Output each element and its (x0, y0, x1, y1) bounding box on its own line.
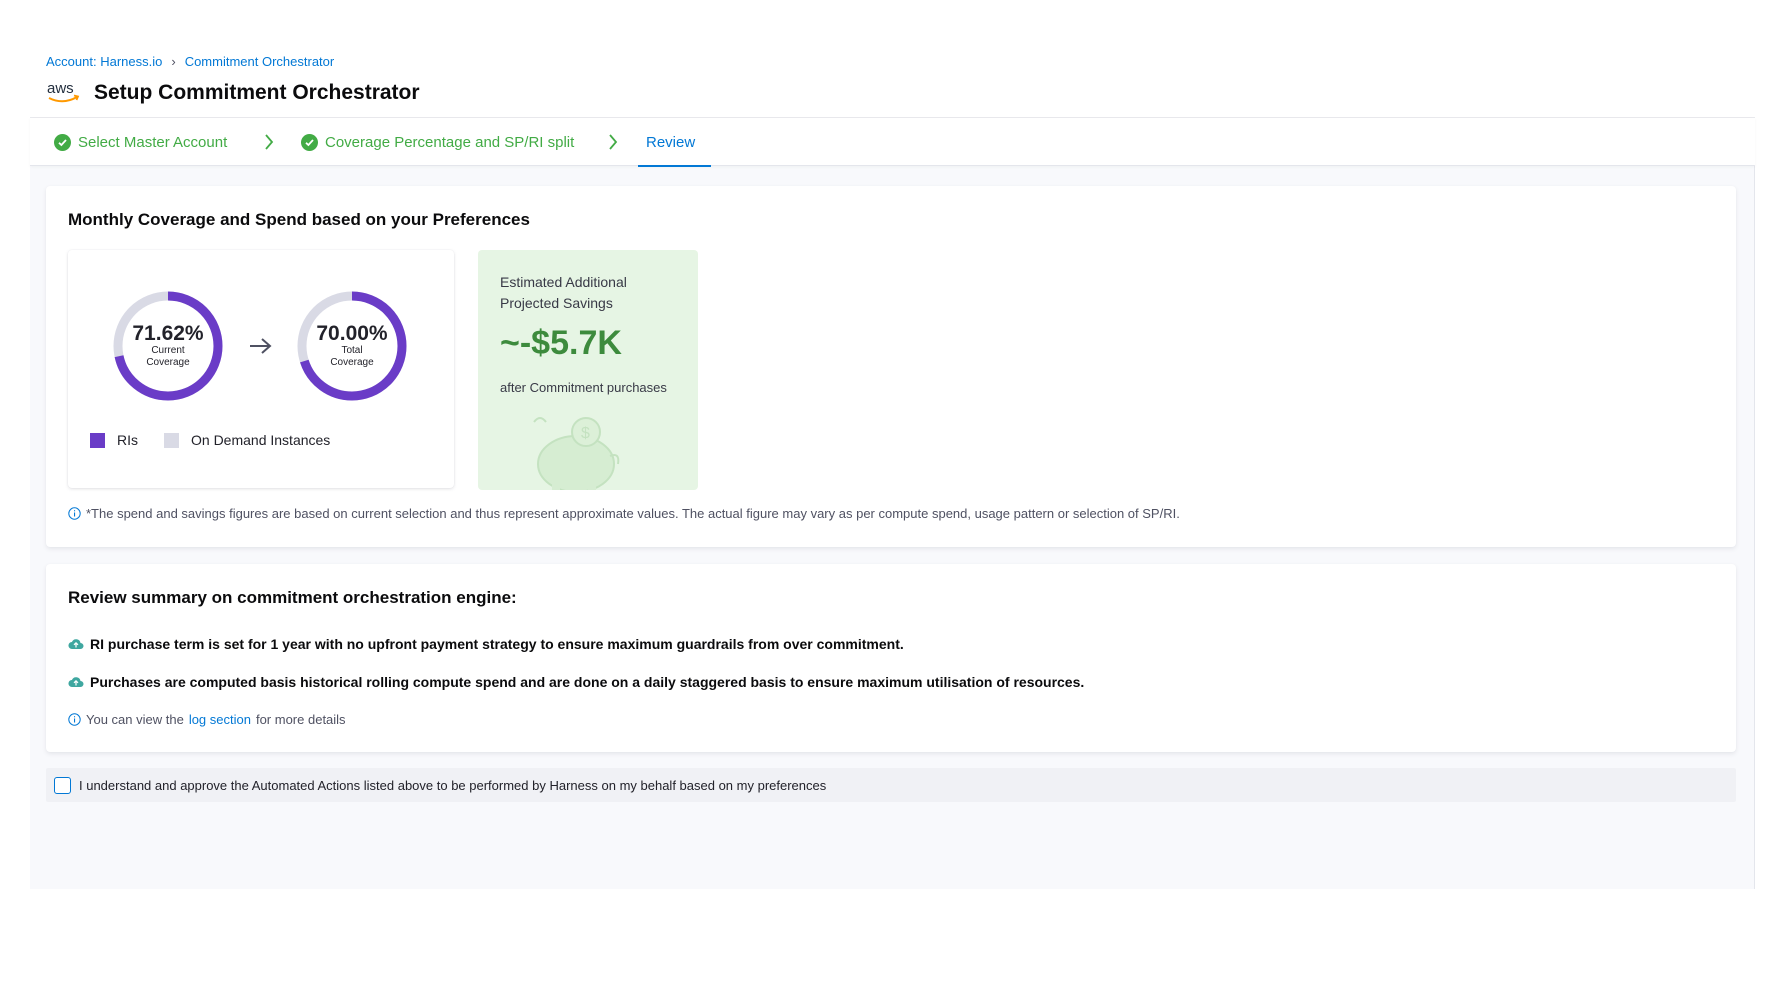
cloud-upload-icon (68, 677, 84, 688)
spend-disclaimer: *The spend and savings figures are based… (68, 506, 1180, 521)
review-summary-card: Review summary on commitment orchestrati… (46, 564, 1736, 752)
summary-item: RI purchase term is set for 1 year with … (68, 636, 904, 652)
tab-coverage-percentage[interactable]: Coverage Percentage and SP/RI split (301, 118, 574, 166)
coverage-legend: RIs On Demand Instances (90, 432, 356, 448)
svg-text:$: $ (581, 425, 590, 442)
approval-label[interactable]: I understand and approve the Automated A… (79, 778, 826, 793)
total-coverage-text: 70.00% Total Coverage (296, 290, 408, 402)
chevron-right-icon (265, 134, 274, 150)
savings-label: Estimated Additional Projected Savings (500, 274, 627, 311)
tab-review[interactable]: Review (637, 118, 712, 167)
total-coverage-value: 70.00% (316, 322, 388, 345)
breadcrumb-account-link[interactable]: Account: Harness.io (46, 54, 162, 69)
coverage-chart-box: 71.62% Current Coverage 70.00% Total Cov… (68, 250, 454, 488)
savings-value: ~-$5.7K (500, 324, 622, 362)
info-icon (68, 713, 81, 726)
current-coverage-value: 71.62% (132, 322, 204, 345)
breadcrumb: Account: Harness.io › Commitment Orchest… (46, 54, 334, 69)
current-coverage-text: 71.62% Current Coverage (112, 290, 224, 402)
disclaimer-text: *The spend and savings figures are based… (86, 506, 1180, 521)
coverage-card: Monthly Coverage and Spend based on your… (46, 186, 1736, 547)
legend-item-ris: RIs (90, 432, 138, 448)
tab-label: Review (646, 133, 696, 151)
log-note-prefix: You can view the (86, 712, 184, 727)
summary-text: RI purchase term is set for 1 year with … (90, 636, 904, 652)
legend-item-on-demand: On Demand Instances (164, 432, 330, 448)
approval-row: I understand and approve the Automated A… (46, 768, 1736, 802)
check-circle-icon (301, 133, 318, 151)
savings-box: Estimated Additional Projected Savings ~… (478, 250, 698, 490)
review-summary-title: Review summary on commitment orchestrati… (68, 588, 517, 607)
page-title: Setup Commitment Orchestrator (94, 81, 420, 104)
log-section-link[interactable]: log section (189, 712, 251, 727)
log-note: You can view the log section for more de… (68, 712, 346, 727)
info-icon (68, 507, 81, 520)
arrow-right-icon (250, 338, 272, 354)
title-row: aws Setup Commitment Orchestrator (46, 80, 420, 106)
check-circle-icon (54, 133, 71, 151)
breadcrumb-page-link[interactable]: Commitment Orchestrator (185, 54, 335, 69)
total-coverage-label: Total Coverage (330, 345, 374, 368)
savings-sub: after Commitment purchases (500, 380, 667, 395)
wizard-steps: Select Master Account Coverage Percentag… (30, 118, 1755, 167)
cloud-upload-icon (68, 639, 84, 650)
summary-text: Purchases are computed basis historical … (90, 674, 1085, 690)
app-window: Account: Harness.io › Commitment Orchest… (30, 46, 1755, 889)
tab-select-master-account[interactable]: Select Master Account (54, 118, 227, 166)
legend-swatch (90, 432, 105, 448)
legend-label: On Demand Instances (191, 432, 331, 448)
aws-logo-icon: aws (47, 80, 80, 103)
current-coverage-label: Current Coverage (146, 345, 190, 368)
legend-swatch (164, 432, 179, 448)
tab-label: Select Master Account (78, 133, 228, 151)
chevron-right-icon (609, 134, 618, 150)
approval-checkbox[interactable] (54, 776, 71, 794)
chevron-right-icon: › (171, 54, 176, 69)
aws-logo-text: aws (47, 80, 74, 97)
tab-label: Coverage Percentage and SP/RI split (325, 133, 575, 151)
piggy-bank-icon: $ (533, 417, 620, 490)
legend-label: RIs (117, 432, 138, 448)
page-header: Account: Harness.io › Commitment Orchest… (30, 46, 1755, 118)
log-note-suffix: for more details (255, 712, 346, 727)
summary-item: Purchases are computed basis historical … (68, 674, 1084, 690)
coverage-card-title: Monthly Coverage and Spend based on your… (68, 210, 530, 229)
